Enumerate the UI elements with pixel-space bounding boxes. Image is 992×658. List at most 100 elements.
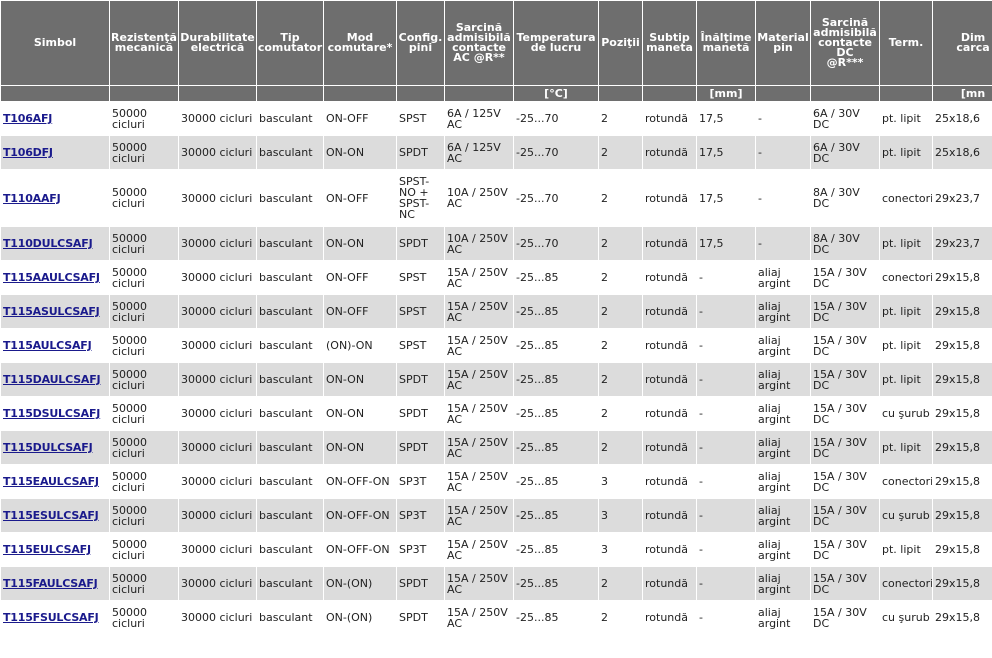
cell-mod-comutare: ON-OFF-ON bbox=[324, 499, 396, 532]
cell-temperatura: -25...70 bbox=[514, 102, 598, 135]
product-code-link[interactable]: T115DAULCSAFJ bbox=[3, 373, 101, 386]
cell-tip-comutator: basculant bbox=[257, 170, 323, 226]
table-row: T115DSULCSAFJ 50000 cicluri 30000 cicluri b… bbox=[1, 397, 992, 430]
cell-material-pin: - bbox=[756, 227, 810, 260]
cell-simbol: T110DULCSAFJ bbox=[1, 227, 109, 260]
product-code-link[interactable]: T115ASULCSAFJ bbox=[3, 305, 100, 318]
cell-mod-comutare: ON-(ON) bbox=[324, 601, 396, 634]
cell-config-pini: SPDT bbox=[397, 397, 444, 430]
cell-sarcina-ac: 15A / 250V AC bbox=[445, 261, 513, 294]
cell-subtip-maneta: rotundă bbox=[643, 170, 696, 226]
cell-material-pin: - bbox=[756, 136, 810, 169]
product-code-link[interactable]: T106DFJ bbox=[3, 146, 53, 159]
product-code-link[interactable]: T115DSULCSAFJ bbox=[3, 407, 100, 420]
product-code-link[interactable]: T115AULCSAFJ bbox=[3, 339, 92, 352]
cell-inaltime-maneta: - bbox=[697, 465, 755, 498]
cell-sarcina-dc: 15A / 30V DC bbox=[811, 533, 879, 566]
cell-temperatura: -25...85 bbox=[514, 295, 598, 328]
cell-subtip-maneta: rotundă bbox=[643, 431, 696, 464]
table-row: T115EAULCSAFJ 50000 cicluri 30000 cicluri b… bbox=[1, 465, 992, 498]
col-header-sarcina-dc[interactable]: Sarcină admisibilă contacte DC @R*** bbox=[811, 1, 879, 85]
product-code-link[interactable]: T110AAFJ bbox=[3, 192, 61, 205]
cell-dimensiuni: 29x15,8 bbox=[933, 329, 992, 362]
cell-temperatura: -25...85 bbox=[514, 431, 598, 464]
cell-inaltime-maneta: - bbox=[697, 533, 755, 566]
cell-simbol: T115EAULCSAFJ bbox=[1, 465, 109, 498]
cell-durabilitate: 30000 cicluri bbox=[179, 533, 256, 566]
cell-durabilitate: 30000 cicluri bbox=[179, 397, 256, 430]
unit-temperature: [°C] bbox=[514, 86, 598, 101]
col-header-pozitii[interactable]: Poziţii bbox=[599, 1, 642, 85]
cell-subtip-maneta: rotundă bbox=[643, 601, 696, 634]
col-header-durabilitate[interactable]: Durabilitate electrică bbox=[179, 1, 256, 85]
cell-rezistenta: 50000 cicluri bbox=[110, 329, 178, 362]
product-code-link[interactable]: T115AAULCSAFJ bbox=[3, 271, 100, 284]
cell-material-pin: aliaj argint bbox=[756, 567, 810, 600]
cell-durabilitate: 30000 cicluri bbox=[179, 227, 256, 260]
table-row: T115FSULCSAFJ 50000 cicluri 30000 cicluri b… bbox=[1, 601, 992, 634]
product-code-link[interactable]: T115FAULCSAFJ bbox=[3, 577, 98, 590]
col-header-term[interactable]: Term. bbox=[880, 1, 932, 85]
cell-temperatura: -25...85 bbox=[514, 499, 598, 532]
cell-pozitii: 2 bbox=[599, 329, 642, 362]
cell-dimensiuni: 29x15,8 bbox=[933, 499, 992, 532]
cell-tip-comutator: basculant bbox=[257, 329, 323, 362]
cell-term: conectori bbox=[880, 261, 932, 294]
product-code-link[interactable]: T115DULCSAFJ bbox=[3, 441, 93, 454]
cell-temperatura: -25...85 bbox=[514, 567, 598, 600]
cell-tip-comutator: basculant bbox=[257, 431, 323, 464]
cell-term: conectori bbox=[880, 465, 932, 498]
cell-sarcina-dc: 15A / 30V DC bbox=[811, 261, 879, 294]
cell-sarcina-dc: 15A / 30V DC bbox=[811, 397, 879, 430]
unit-cell bbox=[445, 86, 513, 101]
cell-inaltime-maneta: 17,5 bbox=[697, 136, 755, 169]
unit-cell bbox=[811, 86, 879, 101]
product-code-link[interactable]: T110DULCSAFJ bbox=[3, 237, 93, 250]
product-code-link[interactable]: T115ESULCSAFJ bbox=[3, 509, 99, 522]
product-code-link[interactable]: T115EULCSAFJ bbox=[3, 543, 91, 556]
product-code-link[interactable]: T115FSULCSAFJ bbox=[3, 611, 99, 624]
cell-inaltime-maneta: - bbox=[697, 601, 755, 634]
cell-subtip-maneta: rotundă bbox=[643, 295, 696, 328]
cell-rezistenta: 50000 cicluri bbox=[110, 227, 178, 260]
unit-cell bbox=[599, 86, 642, 101]
col-header-subtip-maneta[interactable]: Subtip maneta bbox=[643, 1, 696, 85]
col-header-simbol[interactable]: Simbol bbox=[1, 1, 109, 85]
cell-config-pini: SP3T bbox=[397, 499, 444, 532]
cell-rezistenta: 50000 cicluri bbox=[110, 136, 178, 169]
product-code-link[interactable]: T106AFJ bbox=[3, 112, 52, 125]
col-header-mod-comutare[interactable]: Mod comutare* bbox=[324, 1, 396, 85]
cell-tip-comutator: basculant bbox=[257, 261, 323, 294]
cell-material-pin: aliaj argint bbox=[756, 363, 810, 396]
col-header-temperatura[interactable]: Temperatura de lucru bbox=[514, 1, 598, 85]
table-row: T115DULCSAFJ 50000 cicluri 30000 cicluri ba… bbox=[1, 431, 992, 464]
cell-rezistenta: 50000 cicluri bbox=[110, 295, 178, 328]
product-code-link[interactable]: T115EAULCSAFJ bbox=[3, 475, 99, 488]
table-row: T115FAULCSAFJ 50000 cicluri 30000 cicluri b… bbox=[1, 567, 992, 600]
col-header-config-pini[interactable]: Config. pini bbox=[397, 1, 444, 85]
cell-mod-comutare: ON-ON bbox=[324, 136, 396, 169]
col-header-tip-comutator[interactable]: Tip comutator bbox=[257, 1, 323, 85]
cell-simbol: T115DAULCSAFJ bbox=[1, 363, 109, 396]
cell-pozitii: 3 bbox=[599, 533, 642, 566]
cell-config-pini: SPST bbox=[397, 102, 444, 135]
col-header-sarcina-ac[interactable]: Sarcină admisibilă contacte AC @R** bbox=[445, 1, 513, 85]
cell-mod-comutare: (ON)-ON bbox=[324, 329, 396, 362]
col-header-inaltime-maneta[interactable]: Înălţime manetă bbox=[697, 1, 755, 85]
col-header-rezistenta[interactable]: Rezistenţă mecanică bbox=[110, 1, 178, 85]
cell-material-pin: aliaj argint bbox=[756, 499, 810, 532]
cell-durabilitate: 30000 cicluri bbox=[179, 363, 256, 396]
cell-sarcina-ac: 15A / 250V AC bbox=[445, 567, 513, 600]
cell-pozitii: 2 bbox=[599, 431, 642, 464]
cell-inaltime-maneta: - bbox=[697, 397, 755, 430]
cell-durabilitate: 30000 cicluri bbox=[179, 465, 256, 498]
cell-sarcina-ac: 15A / 250V AC bbox=[445, 363, 513, 396]
cell-temperatura: -25...85 bbox=[514, 261, 598, 294]
col-header-material-pin[interactable]: Material pin bbox=[756, 1, 810, 85]
col-header-dimensiuni[interactable]: Dim carca bbox=[933, 1, 992, 85]
cell-mod-comutare: ON-OFF-ON bbox=[324, 465, 396, 498]
cell-config-pini: SPDT bbox=[397, 601, 444, 634]
cell-tip-comutator: basculant bbox=[257, 533, 323, 566]
cell-pozitii: 2 bbox=[599, 102, 642, 135]
cell-sarcina-ac: 10A / 250V AC bbox=[445, 227, 513, 260]
